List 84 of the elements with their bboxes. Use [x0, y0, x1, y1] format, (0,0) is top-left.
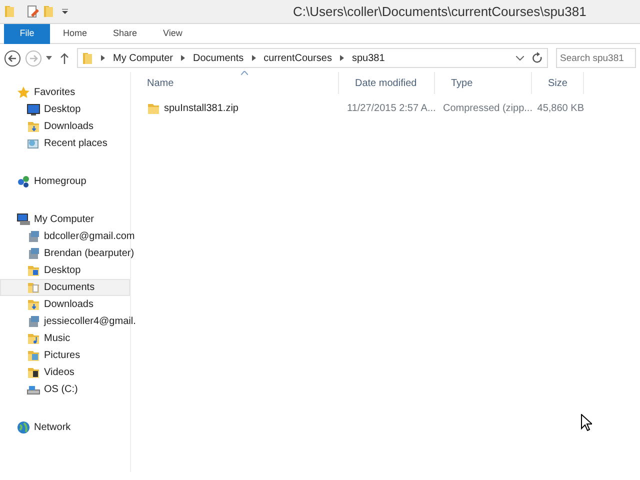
videos-folder-icon [27, 366, 40, 379]
back-icon[interactable] [4, 50, 21, 66]
sidebar-label: Pictures [44, 349, 80, 363]
sidebar-group[interactable]: My Computer [0, 211, 130, 228]
chevron-icon[interactable] [340, 55, 344, 61]
column-header[interactable]: Date modified [355, 76, 417, 90]
chevron-icon[interactable] [252, 55, 256, 61]
dropdown-icon[interactable] [62, 8, 68, 14]
sidebar-label: Documents [44, 281, 95, 295]
chevron-icon[interactable] [101, 55, 105, 61]
breadcrumb[interactable]: Documents [193, 50, 244, 66]
sidebar-label: Desktop [44, 264, 81, 278]
sidebar-item[interactable]: Videos [0, 364, 130, 381]
column-header[interactable]: Name [147, 76, 174, 90]
sidebar-item[interactable]: Pictures [0, 347, 130, 364]
sidebar-item[interactable]: Recent places [0, 135, 130, 152]
dropdown-icon[interactable] [516, 56, 524, 60]
sidebar-group[interactable]: Favorites [0, 84, 130, 101]
computer-icon [17, 213, 30, 226]
sidebar-item[interactable]: Brendan (bearputer) [0, 245, 136, 262]
sidebar-item[interactable]: Desktop [0, 101, 130, 118]
desktop-folder-icon [27, 264, 40, 277]
homegroup-icon [17, 175, 30, 188]
network-drive-icon [27, 315, 40, 328]
table-cell: 45,860 KB [537, 102, 584, 114]
sidebar-label: Downloads [44, 120, 94, 134]
up-arrow-icon[interactable] [60, 52, 69, 64]
sidebar-item[interactable]: jessiecoller4@gmail. [0, 313, 137, 330]
sidebar-label: bdcoller@gmail.com [44, 230, 135, 244]
breadcrumb[interactable]: spu381 [352, 50, 385, 66]
column-header[interactable]: Size [548, 76, 568, 90]
file-name[interactable]: spuInstall381.zip [164, 100, 238, 116]
ribbon-tab[interactable]: Share [100, 24, 150, 44]
sidebar-item[interactable]: OS (C:) [0, 381, 130, 398]
sidebar-item[interactable]: Desktop [0, 262, 130, 279]
monitor-icon [27, 103, 40, 116]
sidebar-label: Downloads [44, 298, 94, 312]
sidebar-label: Videos [44, 366, 74, 380]
star-icon [17, 86, 30, 99]
recent-places-icon [27, 137, 40, 150]
folder-icon [82, 52, 93, 64]
caret-icon[interactable] [46, 56, 52, 60]
search-field[interactable]: Search spu381 [556, 48, 636, 68]
sidebar-group[interactable]: Network [0, 419, 130, 436]
column-header[interactable]: Type [451, 76, 473, 90]
network-drive-icon [27, 230, 40, 243]
pictures-folder-icon [27, 349, 40, 362]
ribbon-tab[interactable]: Home [50, 24, 100, 44]
sidebar-item[interactable]: Documents [0, 279, 130, 296]
sidebar-label: Favorites [34, 86, 76, 100]
table-cell: 11/27/2015 2:57 A... [347, 102, 436, 114]
network-drive-icon [27, 247, 40, 260]
breadcrumb[interactable]: currentCourses [264, 50, 332, 66]
sidebar-label: OS (C:) [44, 383, 78, 397]
sidebar-item[interactable]: Downloads [0, 118, 130, 135]
table-cell: Compressed (zipp... [443, 102, 532, 114]
chevron-icon[interactable] [181, 55, 186, 61]
properties-icon[interactable] [27, 5, 39, 18]
sidebar-label: Desktop [44, 103, 81, 117]
sidebar-label: Brendan (bearputer) [44, 247, 134, 261]
zip-folder-icon [147, 102, 160, 114]
music-folder-icon [27, 332, 40, 345]
sidebar-label: jessiecoller4@gmail. [44, 315, 136, 329]
documents-folder-icon [27, 281, 40, 294]
sidebar-label: Network [34, 421, 71, 435]
sidebar-label: Homegroup [34, 175, 86, 189]
sidebar-item[interactable]: Downloads [0, 296, 130, 313]
sidebar-item[interactable]: bdcoller@gmail.com [0, 228, 136, 245]
ribbon-tab[interactable]: File [4, 24, 50, 44]
download-folder-icon [27, 298, 40, 311]
address-bar[interactable]: My Computer Documents currentCourses spu381 [77, 48, 548, 68]
sidebar-label: Recent places [44, 137, 108, 151]
sidebar-label: Music [44, 332, 70, 346]
download-folder-icon [27, 120, 40, 133]
network-icon [17, 421, 30, 434]
sidebar-item[interactable]: Music [0, 330, 130, 347]
refresh-icon[interactable] [532, 52, 543, 64]
sidebar-label: My Computer [34, 213, 94, 227]
breadcrumb[interactable]: My Computer [113, 50, 174, 66]
drive-icon [27, 383, 40, 396]
ribbon-tab[interactable]: View [150, 24, 196, 44]
sidebar-group[interactable]: Homegroup [0, 173, 130, 190]
window-title: C:\Users\coller\Documents\currentCourses\spu381 [293, 2, 586, 21]
cursor-icon [581, 414, 592, 431]
